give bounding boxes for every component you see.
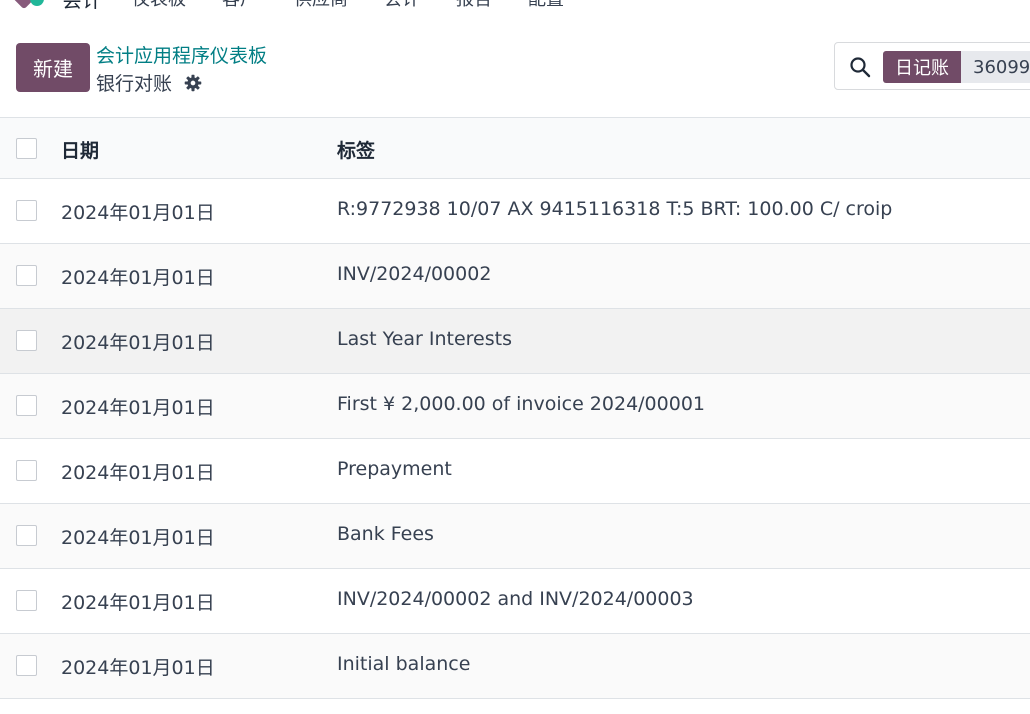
row-label: Prepayment <box>337 458 452 480</box>
row-date: 2024年01月01日 <box>61 332 215 354</box>
row-label: First ¥ 2,000.00 of invoice 2024/00001 <box>337 393 705 415</box>
row-label: Bank Fees <box>337 523 434 545</box>
breadcrumb-parent[interactable]: 会计应用程序仪表板 <box>96 41 267 68</box>
menu-dashboard[interactable]: 仪表板 <box>132 0 186 11</box>
table-row[interactable]: 2024年01月01日 INV/2024/00002 <box>0 244 1030 309</box>
table-row[interactable]: 2024年01月01日 R:9772938 10/07 AX 941511631… <box>0 179 1030 244</box>
row-date: 2024年01月01日 <box>61 657 215 679</box>
row-checkbox[interactable] <box>16 525 37 546</box>
page-title: 银行对账 <box>96 73 173 95</box>
table-header: 日期 标签 <box>0 117 1030 179</box>
row-label: Initial balance <box>337 653 471 675</box>
row-date: 2024年01月01日 <box>61 462 215 484</box>
row-date: 2024年01月01日 <box>61 527 215 549</box>
row-label: Last Year Interests <box>337 328 512 350</box>
row-date: 2024年01月01日 <box>61 202 215 224</box>
row-checkbox[interactable] <box>16 460 37 481</box>
row-label: R:9772938 10/07 AX 9415116318 T:5 BRT: 1… <box>337 198 893 220</box>
search-box[interactable]: 日记账 36099 <box>834 42 1030 90</box>
gear-icon[interactable] <box>184 74 202 92</box>
menu-vendors[interactable]: 供应商 <box>294 0 348 11</box>
table-row[interactable]: 2024年01月01日 Prepayment <box>0 439 1030 504</box>
table-row[interactable]: 2024年01月01日 Last Year Interests <box>0 309 1030 374</box>
app-name[interactable]: 会计 <box>62 0 102 12</box>
row-checkbox[interactable] <box>16 655 37 676</box>
row-checkbox[interactable] <box>16 330 37 351</box>
facet-label: 日记账 <box>883 51 961 83</box>
table-row[interactable]: 2024年01月01日 First ¥ 2,000.00 of invoice … <box>0 374 1030 439</box>
search-icon[interactable] <box>849 56 871 78</box>
row-checkbox[interactable] <box>16 590 37 611</box>
column-header-label[interactable]: 标签 <box>337 136 375 163</box>
control-panel: 新建 会计应用程序仪表板 银行对账 日记账 36099 <box>0 12 1030 117</box>
table-row[interactable]: 2024年01月01日 INV/2024/00002 and INV/2024/… <box>0 569 1030 634</box>
menu-reporting[interactable]: 报告 <box>456 0 492 11</box>
table-row[interactable]: 2024年01月01日 Bank Fees <box>0 504 1030 569</box>
menu-customers[interactable]: 客户 <box>222 0 258 11</box>
row-date: 2024年01月01日 <box>61 267 215 289</box>
new-button[interactable]: 新建 <box>16 43 90 92</box>
accounting-app-icon[interactable] <box>12 0 54 12</box>
column-header-date[interactable]: 日期 <box>61 136 99 163</box>
row-label: INV/2024/00002 and INV/2024/00003 <box>337 588 694 610</box>
row-checkbox[interactable] <box>16 265 37 286</box>
breadcrumb-current: 银行对账 <box>96 69 202 96</box>
facet-value: 36099 <box>961 51 1030 83</box>
row-checkbox[interactable] <box>16 395 37 416</box>
search-facet-journal[interactable]: 日记账 36099 <box>883 51 1030 83</box>
select-all-checkbox[interactable] <box>16 138 37 159</box>
menu-accounting[interactable]: 会计 <box>384 0 420 11</box>
menu-configuration[interactable]: 配置 <box>528 0 564 11</box>
top-navbar: 会计 仪表板 客户 供应商 会计 报告 配置 <box>0 0 1030 12</box>
bank-reconciliation-list: 日期 标签 2024年01月01日 R:9772938 10/07 AX 941… <box>0 117 1030 699</box>
row-date: 2024年01月01日 <box>61 397 215 419</box>
row-date: 2024年01月01日 <box>61 592 215 614</box>
row-checkbox[interactable] <box>16 200 37 221</box>
table-row[interactable]: 2024年01月01日 Initial balance <box>0 634 1030 699</box>
row-label: INV/2024/00002 <box>337 263 492 285</box>
